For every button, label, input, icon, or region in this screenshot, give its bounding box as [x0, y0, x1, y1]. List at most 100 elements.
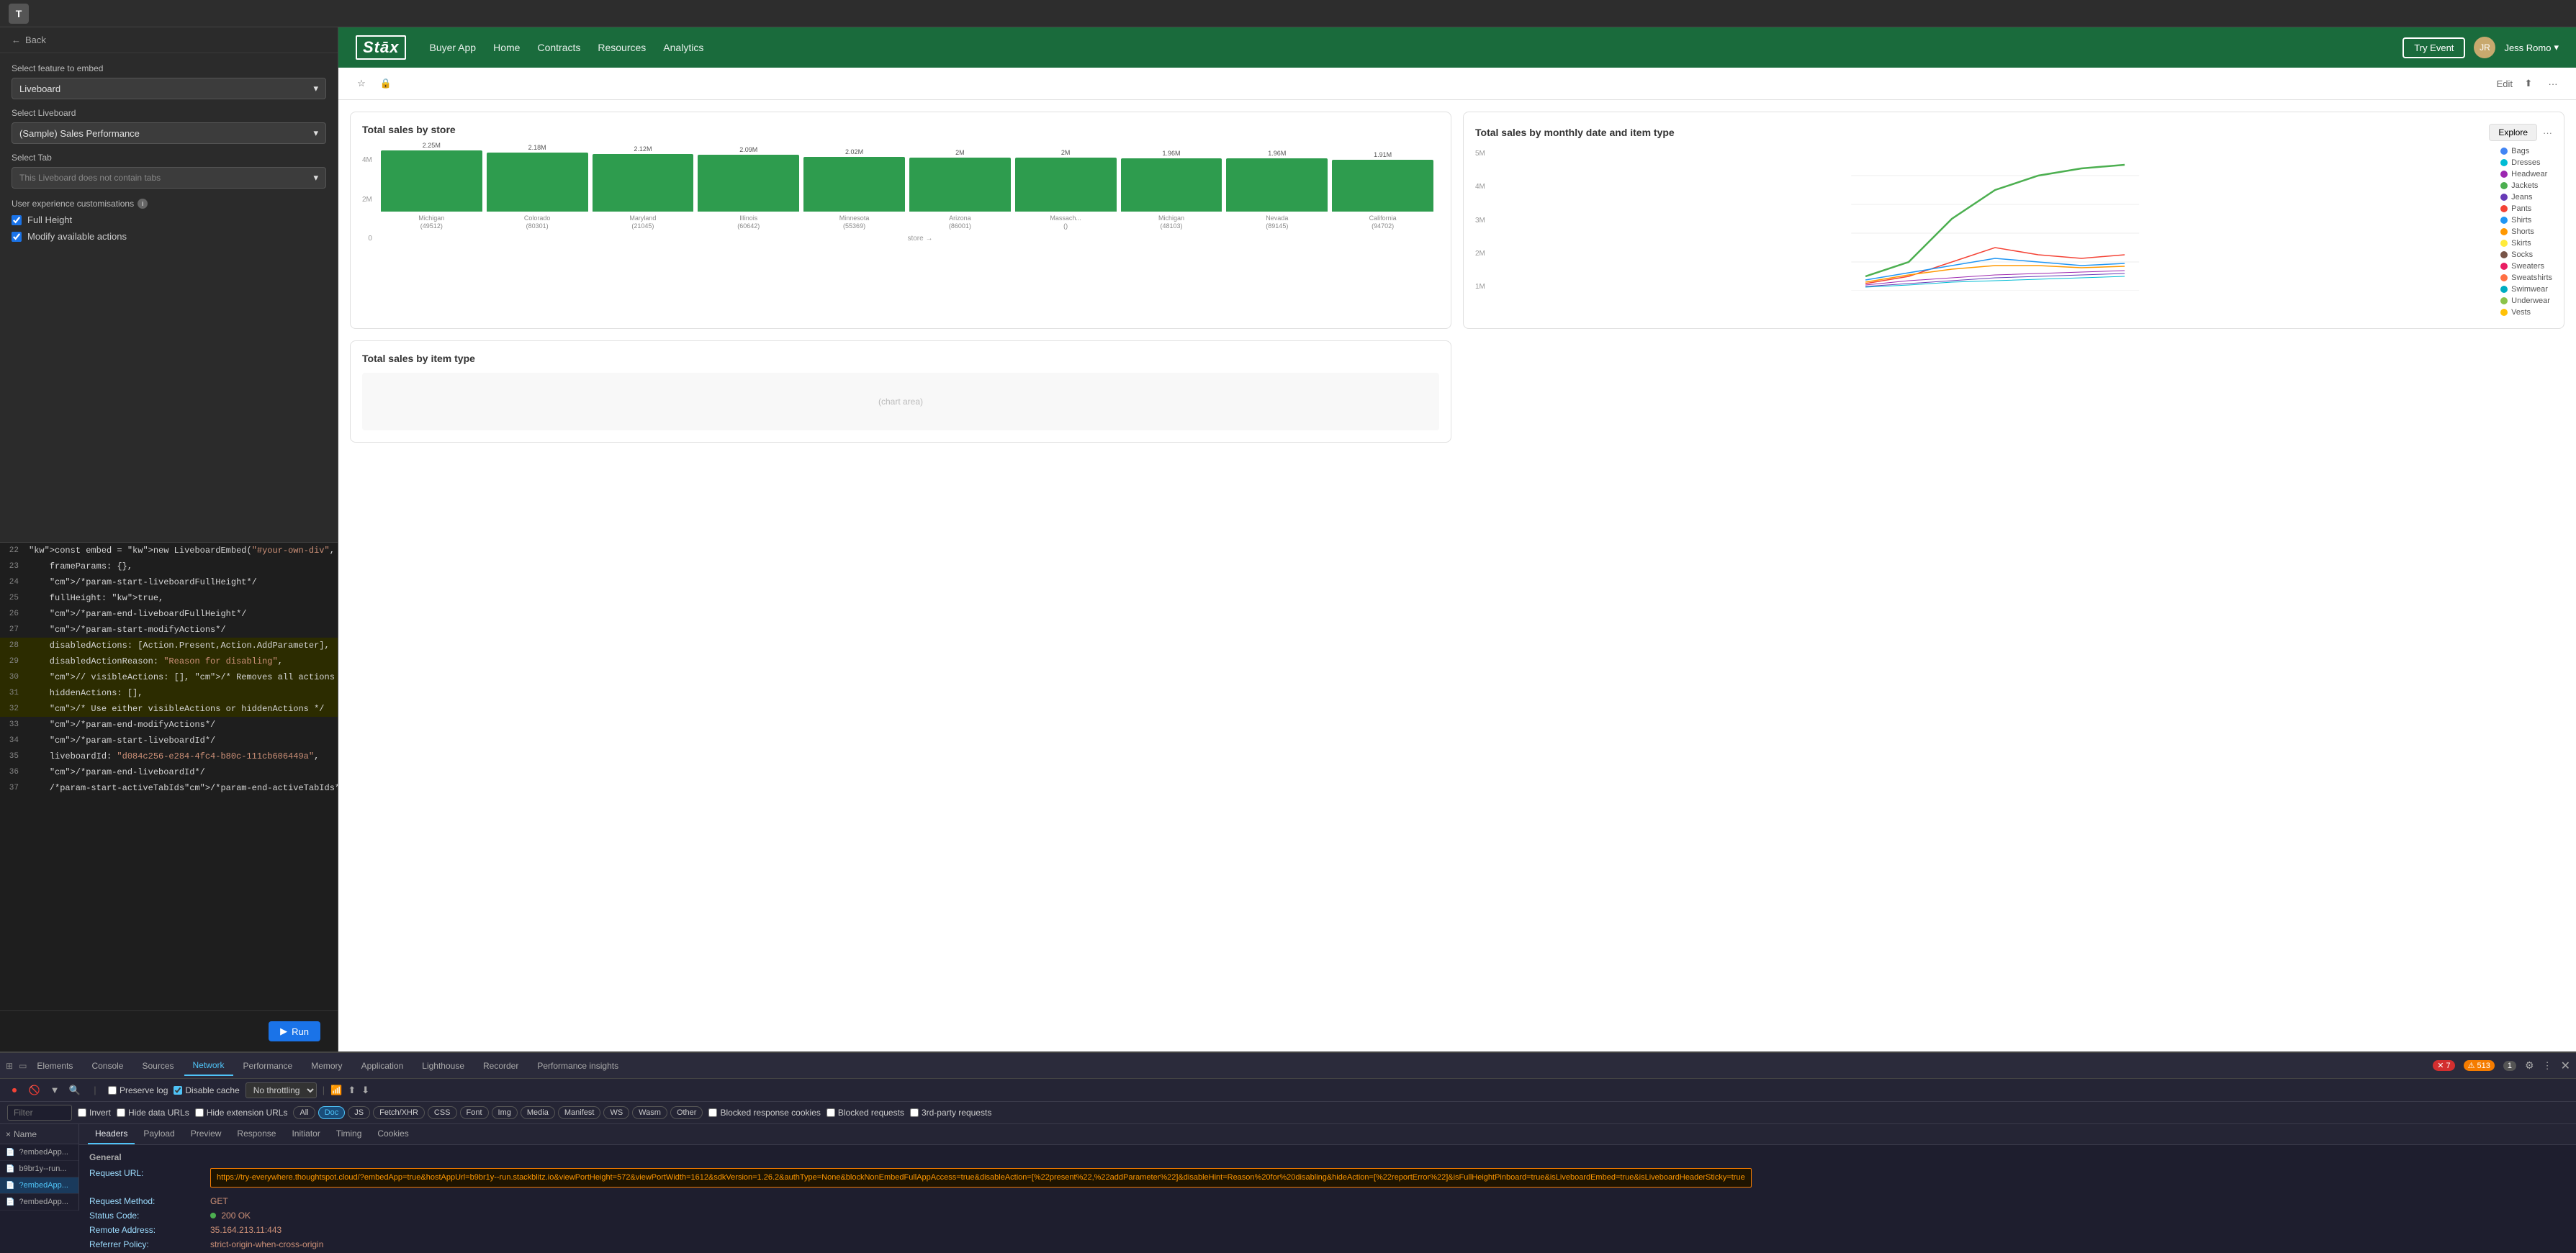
- filter-badge-doc[interactable]: Doc: [318, 1106, 346, 1119]
- devtool-tab-elements[interactable]: Elements: [28, 1057, 81, 1075]
- lock-icon[interactable]: 🔒: [377, 75, 395, 92]
- legend-dot: [2500, 297, 2508, 304]
- code-editor[interactable]: 22"kw">const embed = "kw">new LiveboardE…: [0, 542, 338, 1011]
- bar: [1332, 160, 1433, 212]
- info-icon[interactable]: i: [138, 199, 148, 209]
- filter-badge-all[interactable]: All: [293, 1106, 315, 1119]
- filter-badge-fetch/xhr[interactable]: Fetch/XHR: [373, 1106, 425, 1119]
- close-devtools-icon[interactable]: ✕: [2561, 1059, 2570, 1073]
- devtool-tab-lighthouse[interactable]: Lighthouse: [413, 1057, 473, 1075]
- request-item[interactable]: 📄?embedApp...: [0, 1194, 78, 1211]
- modify-actions-checkbox[interactable]: [12, 232, 22, 242]
- nav-item-home[interactable]: Home: [493, 42, 520, 53]
- chart1-title: Total sales by store: [362, 124, 1439, 135]
- header-tab-response[interactable]: Response: [230, 1124, 283, 1144]
- chart3-title: Total sales by item type: [362, 353, 1439, 364]
- preserve-log-label[interactable]: Preserve log: [108, 1085, 168, 1095]
- blocked-requests-label[interactable]: Blocked requests: [827, 1108, 904, 1118]
- line-number: 27: [0, 623, 26, 637]
- throttle-select[interactable]: No throttling: [246, 1082, 317, 1098]
- back-button[interactable]: ← Back: [12, 35, 46, 45]
- filter-badge-wasm[interactable]: Wasm: [632, 1106, 667, 1119]
- hide-ext-urls-label[interactable]: Hide extension URLs: [195, 1108, 288, 1118]
- customizations-label: User experience customisations i: [12, 199, 326, 209]
- header-tab-cookies[interactable]: Cookies: [370, 1124, 415, 1144]
- devtools-panel-icon[interactable]: ▭: [19, 1061, 27, 1071]
- chart2-svg-area: [1490, 147, 2500, 317]
- blocked-requests-checkbox[interactable]: [827, 1108, 835, 1117]
- devtool-tab-performance-insights[interactable]: Performance insights: [528, 1057, 627, 1075]
- preserve-log-checkbox[interactable]: [108, 1086, 117, 1095]
- devtool-tab-sources[interactable]: Sources: [133, 1057, 182, 1075]
- request-item[interactable]: 📄?embedApp...: [0, 1177, 78, 1194]
- chart2-y-label: 2M: [1475, 250, 1485, 258]
- request-item[interactable]: 📄b9br1y--run...: [0, 1161, 78, 1177]
- liveboard-select[interactable]: (Sample) Sales Performance ▾: [12, 122, 326, 144]
- filter-badge-media[interactable]: Media: [521, 1106, 555, 1119]
- try-event-button[interactable]: Try Event: [2402, 37, 2465, 58]
- header-tab-timing[interactable]: Timing: [329, 1124, 369, 1144]
- nav-item-analytics[interactable]: Analytics: [663, 42, 703, 53]
- blocked-response-checkbox[interactable]: [708, 1108, 717, 1117]
- chevron-down-icon: ▾: [313, 83, 318, 94]
- devtool-tab-network[interactable]: Network: [184, 1056, 233, 1076]
- request-url-row: Request URL: https://try-everywhere.thou…: [89, 1168, 2566, 1192]
- devtool-tab-performance[interactable]: Performance: [235, 1057, 302, 1075]
- invert-checkbox[interactable]: [78, 1108, 86, 1117]
- request-item[interactable]: 📄?embedApp...: [0, 1144, 78, 1161]
- disable-cache-checkbox[interactable]: [174, 1086, 182, 1095]
- devtool-tab-console[interactable]: Console: [83, 1057, 132, 1075]
- devtool-tab-memory[interactable]: Memory: [302, 1057, 351, 1075]
- tab-select[interactable]: This Liveboard does not contain tabs ▾: [12, 167, 326, 189]
- more-devtools-icon[interactable]: ⋮: [2543, 1060, 2552, 1072]
- nav-item-buyer-app[interactable]: Buyer App: [429, 42, 476, 53]
- search-icon[interactable]: 🔍: [68, 1083, 82, 1098]
- header-tab-initiator[interactable]: Initiator: [284, 1124, 327, 1144]
- filter-badge-font[interactable]: Font: [460, 1106, 489, 1119]
- header-tab-preview[interactable]: Preview: [184, 1124, 229, 1144]
- bar-value: 2.12M: [634, 145, 652, 153]
- nav-item-resources[interactable]: Resources: [598, 42, 646, 53]
- third-party-label[interactable]: 3rd-party requests: [910, 1108, 991, 1118]
- third-party-checkbox[interactable]: [910, 1108, 919, 1117]
- blocked-response-label[interactable]: Blocked response cookies: [708, 1108, 820, 1118]
- legend-item: Underwear: [2500, 297, 2552, 305]
- os-bar: T: [0, 0, 2576, 27]
- feature-select[interactable]: Liveboard ▾: [12, 78, 326, 99]
- header-tab-payload[interactable]: Payload: [136, 1124, 181, 1144]
- full-height-checkbox[interactable]: [12, 215, 22, 225]
- filter-icon[interactable]: ▼: [48, 1083, 62, 1098]
- devtools-grid-icon[interactable]: ⊞: [6, 1061, 13, 1071]
- filter-badge-manifest[interactable]: Manifest: [558, 1106, 601, 1119]
- hide-data-urls-label[interactable]: Hide data URLs: [117, 1108, 189, 1118]
- edit-label[interactable]: Edit: [2497, 78, 2513, 89]
- disable-cache-label[interactable]: Disable cache: [174, 1085, 239, 1095]
- clear-icon[interactable]: 🚫: [27, 1083, 42, 1098]
- header-tab-headers[interactable]: Headers: [88, 1124, 135, 1144]
- filter-badge-img[interactable]: Img: [492, 1106, 518, 1119]
- devtool-tab-recorder[interactable]: Recorder: [474, 1057, 527, 1075]
- more-icon[interactable]: ···: [2544, 75, 2562, 92]
- filter-input[interactable]: [7, 1105, 72, 1121]
- filter-badge-ws[interactable]: WS: [603, 1106, 629, 1119]
- settings-icon[interactable]: ⚙: [2525, 1059, 2534, 1072]
- run-button[interactable]: ▶ Run: [269, 1021, 320, 1041]
- filter-badge-js[interactable]: JS: [348, 1106, 370, 1119]
- code-line-32: 32 "cm">/* Use either visibleActions or …: [0, 701, 338, 717]
- referrer-policy-value: strict-origin-when-cross-origin: [210, 1239, 2566, 1249]
- hide-data-urls-checkbox[interactable]: [117, 1108, 125, 1117]
- record-icon[interactable]: ⏺: [7, 1083, 22, 1098]
- chart2-more-icon[interactable]: ···: [2543, 127, 2552, 138]
- bar: [593, 154, 694, 212]
- star-icon[interactable]: ☆: [353, 75, 370, 92]
- devtool-tab-application[interactable]: Application: [353, 1057, 413, 1075]
- nav-item-contracts[interactable]: Contracts: [537, 42, 580, 53]
- x-icon[interactable]: ×: [6, 1129, 11, 1139]
- invert-label[interactable]: Invert: [78, 1108, 111, 1118]
- explore-button[interactable]: Explore: [2489, 124, 2537, 141]
- share-icon[interactable]: ⬆: [2520, 75, 2537, 92]
- hide-ext-urls-checkbox[interactable]: [195, 1108, 204, 1117]
- filter-badge-other[interactable]: Other: [670, 1106, 703, 1119]
- filter-badge-css[interactable]: CSS: [428, 1106, 457, 1119]
- user-menu[interactable]: Jess Romo ▾: [2504, 42, 2559, 53]
